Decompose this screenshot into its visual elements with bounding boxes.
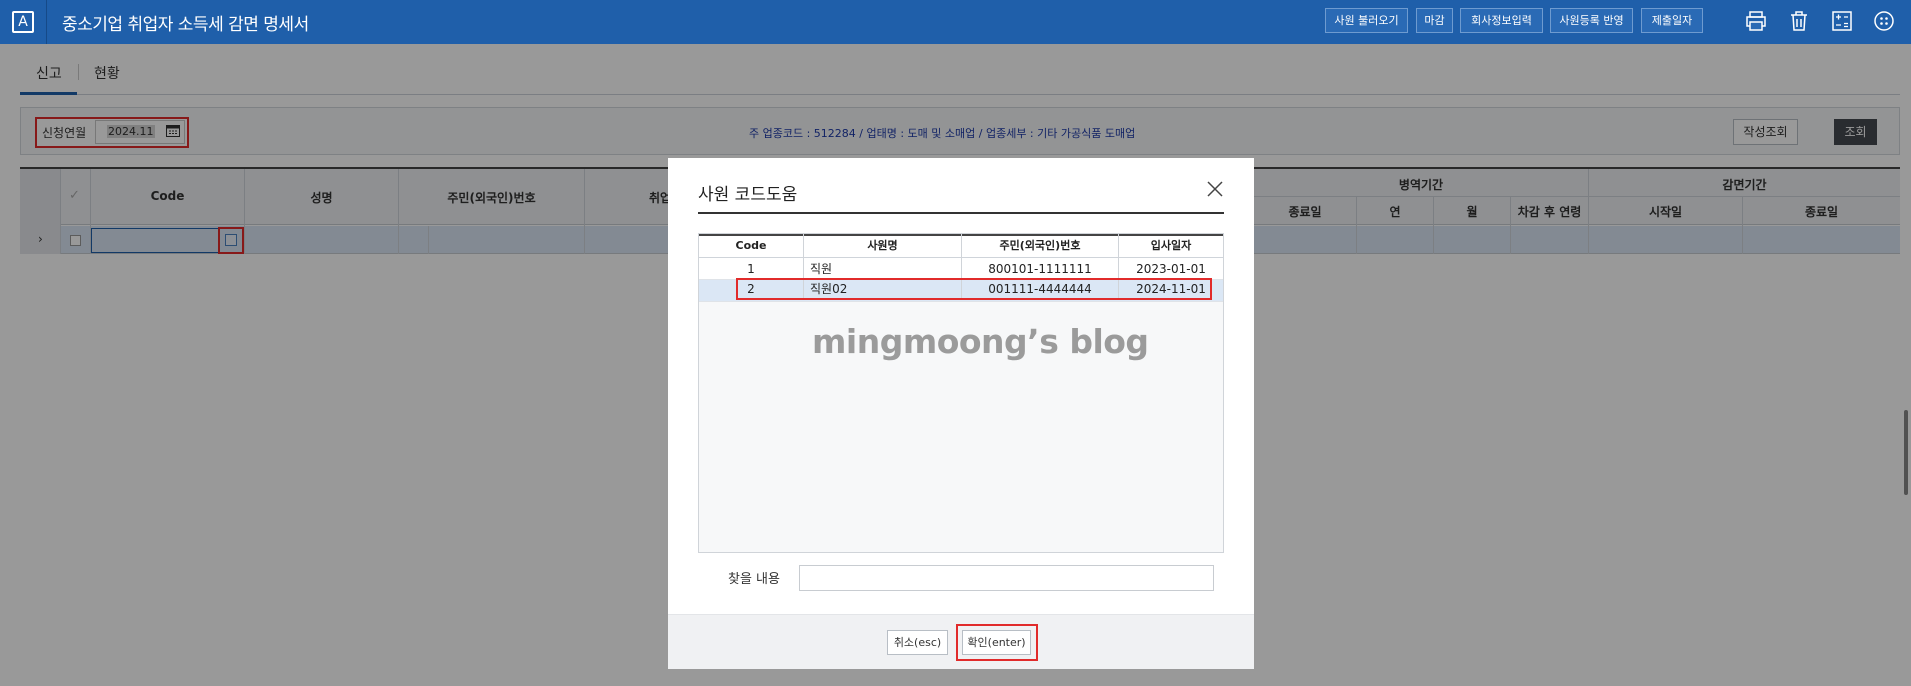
load-employees-button[interactable]: 사원 불러오기 [1325,8,1408,33]
page-title: 중소기업 취업자 소득세 감면 명세서 [62,15,309,35]
find-input[interactable] [799,565,1214,591]
close-button[interactable]: 마감 [1416,8,1453,33]
divider [698,212,1224,214]
cancel-button[interactable]: 취소(esc) [887,630,948,655]
app-icon[interactable]: A [12,11,34,33]
cell-rrn: 800101-1111111 [988,262,1092,276]
dialog-title: 사원 코드도움 [698,185,798,205]
find-label: 찾을 내용 [728,572,780,587]
cell-code: 1 [747,262,755,276]
apply-employee-button[interactable]: 사원등록 반영 [1550,8,1633,33]
column-header-rrn: 주민(외국인)번호 [999,239,1081,252]
watermark: mingmoong’s blog [812,322,1149,361]
column-header-employee-name: 사원명 [867,239,898,252]
cell-hire-date: 2023-01-01 [1136,262,1206,276]
selected-row-highlight [736,278,1212,300]
ok-button[interactable]: 확인(enter) [962,630,1031,655]
company-info-button[interactable]: 회사정보입력 [1460,8,1543,33]
cell-employee-name: 직원 [810,262,833,276]
column-header-code: Code [735,239,767,252]
submit-date-button[interactable]: 제출일자 [1641,8,1703,33]
divider [46,0,47,44]
column-header-hire-date: 입사일자 [1150,239,1192,252]
calculator-icon[interactable] [1830,9,1854,33]
more-icon[interactable] [1872,9,1896,33]
close-icon[interactable] [1206,180,1224,198]
trash-icon[interactable] [1787,9,1811,33]
print-icon[interactable] [1744,9,1768,33]
